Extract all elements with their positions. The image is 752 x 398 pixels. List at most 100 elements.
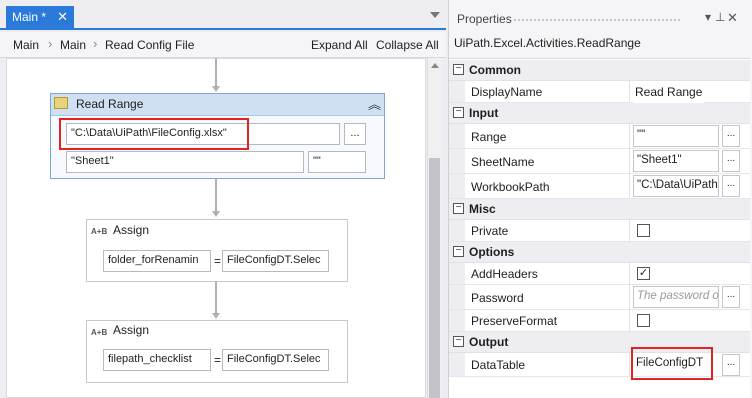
category-options[interactable]: − Options xyxy=(449,242,750,263)
column-separator xyxy=(629,353,630,376)
range-input[interactable]: "" xyxy=(308,151,366,173)
workbookpath-edit-button[interactable]: ... xyxy=(722,175,740,197)
flow-connector xyxy=(215,179,217,211)
assign-value-input[interactable]: FileConfigDT.Selec xyxy=(222,250,329,272)
properties-title: Properties xyxy=(457,12,512,26)
assign-title: Assign xyxy=(113,323,150,337)
category-label: Common xyxy=(469,63,521,77)
property-name: SheetName xyxy=(471,155,535,169)
category-label: Output xyxy=(469,335,509,349)
property-name: PreserveFormat xyxy=(471,314,558,328)
breadcrumb-item-main-2[interactable]: Main xyxy=(60,38,86,52)
property-row-range[interactable]: Range "" ... xyxy=(449,124,750,149)
breadcrumb-separator-icon: › xyxy=(48,36,53,51)
collapse-toggle-icon[interactable]: − xyxy=(453,246,464,257)
properties-title-bar: Properties ▾ ⊥ ✕ xyxy=(449,6,749,30)
flow-arrow-icon xyxy=(212,211,220,217)
breadcrumb-separator-icon: › xyxy=(93,36,98,51)
assign-equals: = xyxy=(214,254,222,268)
range-edit-button[interactable]: ... xyxy=(722,125,740,147)
column-separator xyxy=(629,174,630,198)
sheetname-value-input[interactable]: "Sheet1" xyxy=(633,150,719,172)
property-name: WorkbookPath xyxy=(471,180,550,194)
collapse-toggle-icon[interactable]: − xyxy=(453,203,464,214)
category-label: Options xyxy=(469,245,515,259)
assign-to-input[interactable]: filepath_checklist xyxy=(103,349,211,371)
column-separator xyxy=(629,263,630,284)
property-row-private[interactable]: Private xyxy=(449,220,750,242)
browse-file-button[interactable]: ... xyxy=(344,123,366,145)
breadcrumb-item-read-config[interactable]: Read Config File xyxy=(105,38,194,52)
property-row-addheaders[interactable]: AddHeaders ✓ xyxy=(449,263,750,285)
highlight-box xyxy=(631,347,713,380)
category-input[interactable]: − Input xyxy=(449,103,750,124)
column-separator xyxy=(629,310,630,331)
row-gutter xyxy=(449,124,465,148)
password-edit-button[interactable]: ... xyxy=(722,286,740,308)
property-row-preserveformat[interactable]: PreserveFormat xyxy=(449,310,750,332)
column-separator xyxy=(629,220,630,241)
row-gutter xyxy=(449,310,465,331)
assign-icon: A+B xyxy=(91,328,108,337)
highlight-box xyxy=(59,118,249,150)
tab-label: Main * xyxy=(12,10,47,24)
tab-list-dropdown-icon[interactable] xyxy=(430,12,440,18)
range-value-input[interactable]: "" xyxy=(633,125,719,147)
flow-connector xyxy=(215,282,217,313)
assign-value-input[interactable]: FileConfigDT.Selec xyxy=(222,349,329,371)
property-name: Range xyxy=(471,130,507,144)
property-name: AddHeaders xyxy=(471,267,538,281)
password-input[interactable]: The password o xyxy=(633,286,719,308)
private-checkbox[interactable] xyxy=(637,224,650,237)
assign-to-input[interactable]: folder_forRenamin xyxy=(103,250,211,272)
dropdown-icon[interactable]: ▾ xyxy=(705,10,711,24)
tab-main[interactable]: Main * ✕ xyxy=(6,6,74,30)
collapse-toggle-icon[interactable]: − xyxy=(453,64,464,75)
column-separator xyxy=(629,149,630,173)
category-common[interactable]: − Common xyxy=(449,60,750,81)
property-name: DataTable xyxy=(471,358,526,372)
row-gutter xyxy=(449,149,465,173)
scroll-up-icon[interactable] xyxy=(431,63,439,68)
property-name: Private xyxy=(471,224,509,238)
assign-title: Assign xyxy=(113,223,150,237)
category-label: Input xyxy=(469,106,499,120)
scrollbar-thumb[interactable] xyxy=(429,158,440,398)
addheaders-checkbox[interactable]: ✓ xyxy=(637,267,650,280)
excel-range-icon xyxy=(54,97,68,109)
assign-equals: = xyxy=(214,353,222,367)
sheet-name-input[interactable]: "Sheet1" xyxy=(66,151,304,173)
row-gutter xyxy=(449,353,465,376)
sheetname-edit-button[interactable]: ... xyxy=(722,150,740,172)
property-row-workbookpath[interactable]: WorkbookPath "C:\Data\UiPath ... xyxy=(449,174,750,199)
flow-arrow-icon xyxy=(212,313,220,319)
workbookpath-value-input[interactable]: "C:\Data\UiPath xyxy=(633,175,719,197)
collapse-toggle-icon[interactable]: − xyxy=(453,107,464,118)
read-range-title: Read Range xyxy=(76,97,144,111)
collapse-all-button[interactable]: Collapse All xyxy=(376,38,439,52)
row-gutter xyxy=(449,81,465,102)
datatable-edit-button[interactable]: ... xyxy=(722,354,740,376)
row-gutter xyxy=(449,285,465,309)
property-row-displayname[interactable]: DisplayName Read Range xyxy=(449,81,750,107)
expand-all-button[interactable]: Expand All xyxy=(311,38,368,52)
breadcrumb-item-main[interactable]: Main xyxy=(13,38,39,52)
activity-class-name: UiPath.Excel.Activities.ReadRange xyxy=(454,36,641,50)
pin-icon[interactable]: ⊥ xyxy=(715,10,725,24)
close-icon[interactable]: ✕ xyxy=(727,10,738,26)
flow-connector xyxy=(215,58,217,86)
property-row-password[interactable]: Password The password o ... xyxy=(449,285,750,310)
assign-icon: A+B xyxy=(91,227,108,236)
preserveformat-checkbox[interactable] xyxy=(637,314,650,327)
row-gutter xyxy=(449,220,465,241)
property-row-sheetname[interactable]: SheetName "Sheet1" ... xyxy=(449,149,750,174)
row-gutter xyxy=(449,174,465,198)
collapse-toggle-icon[interactable]: − xyxy=(453,336,464,347)
close-icon[interactable]: ✕ xyxy=(57,9,68,25)
category-misc[interactable]: − Misc xyxy=(449,199,750,220)
column-separator xyxy=(629,124,630,148)
title-grip xyxy=(513,18,681,23)
collapse-chevron-icon[interactable]: ︽ xyxy=(368,94,381,113)
column-separator xyxy=(629,285,630,309)
property-name: DisplayName xyxy=(471,85,543,99)
